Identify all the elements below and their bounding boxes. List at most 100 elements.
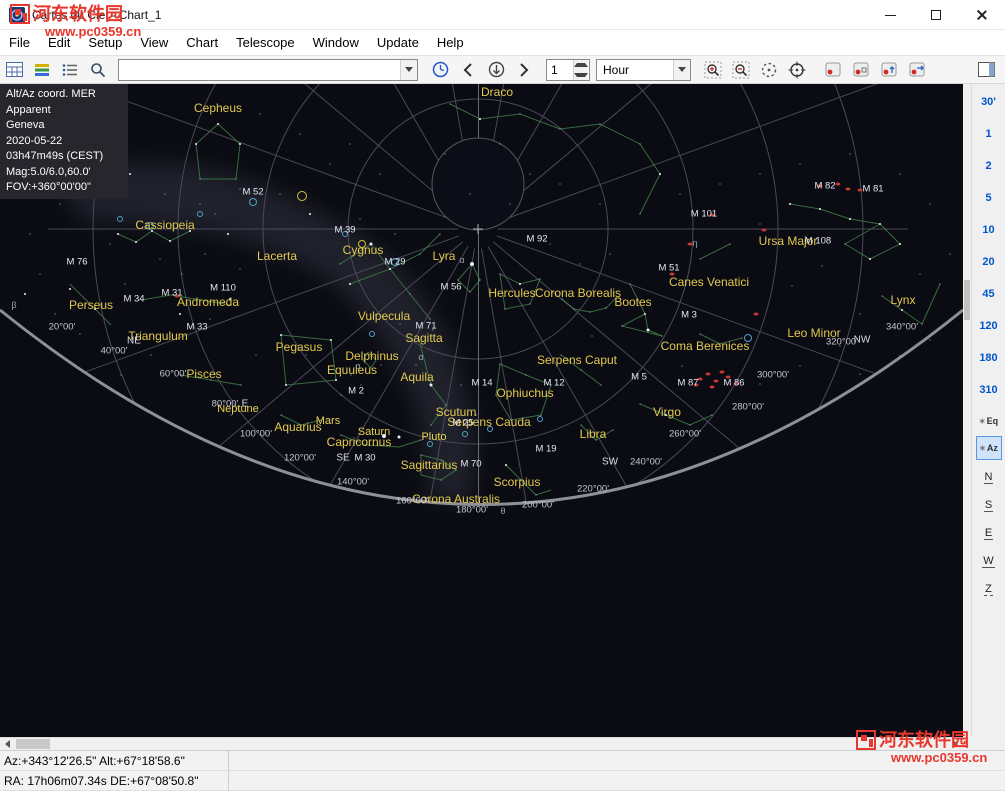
constellation-label[interactable]: Delphinus xyxy=(345,349,398,363)
constellation-label[interactable]: Lynx xyxy=(891,293,916,307)
fov-button[interactable]: 45 xyxy=(972,278,1005,310)
time-step-value-input[interactable] xyxy=(547,60,573,80)
constellation-label[interactable]: Sagitta xyxy=(405,331,442,345)
look-zenith-button[interactable]: Z xyxy=(972,575,1005,603)
messier-label[interactable]: M 39 xyxy=(334,225,355,236)
marker-tool-button-4[interactable] xyxy=(904,58,930,82)
search-button[interactable] xyxy=(85,58,111,82)
constellation-label[interactable]: Equuleus xyxy=(327,363,377,377)
sky-chart[interactable]: CepheusDracoCassiopeiaLacertaCygnusLyraP… xyxy=(0,84,963,737)
time-step-unit-select[interactable]: Hour xyxy=(596,59,691,81)
vertical-scrollbar-thumb[interactable] xyxy=(964,280,970,320)
messier-label[interactable]: M 82 xyxy=(814,181,835,192)
constellation-label[interactable]: Aquila xyxy=(400,370,433,384)
spinner-down-button[interactable] xyxy=(574,70,588,80)
planet-label[interactable]: Mars xyxy=(316,415,340,427)
messier-label[interactable]: M 81 xyxy=(862,184,883,195)
constellation-label[interactable]: Scorpius xyxy=(494,475,541,489)
constellation-label[interactable]: Bootes xyxy=(614,295,651,309)
messier-label[interactable]: M 31 xyxy=(161,288,182,299)
fov-button[interactable]: 1 xyxy=(972,118,1005,150)
messier-label[interactable]: M 3 xyxy=(681,310,697,321)
look-east-button[interactable]: E xyxy=(972,519,1005,547)
constellation-label[interactable]: Serpens Caput xyxy=(537,353,617,367)
planet-label[interactable]: Saturn xyxy=(358,426,390,438)
horizontal-scrollbar[interactable] xyxy=(0,737,963,750)
menu-item-help[interactable]: Help xyxy=(428,32,473,53)
messier-label[interactable]: M 5 xyxy=(631,372,647,383)
constellation-label[interactable]: Canes Venatici xyxy=(669,275,749,289)
messier-label[interactable]: M 70 xyxy=(460,459,481,470)
messier-label[interactable]: M 29 xyxy=(384,257,405,268)
time-step-forward-button[interactable] xyxy=(511,58,537,82)
constellation-label[interactable]: Sagittarius xyxy=(401,458,458,472)
constellation-label[interactable]: Cassiopeia xyxy=(135,218,194,232)
search-dropdown-arrow[interactable] xyxy=(400,60,417,80)
messier-label[interactable]: M 34 xyxy=(123,294,144,305)
look-north-button[interactable]: N xyxy=(972,463,1005,491)
minimize-button[interactable] xyxy=(867,0,913,30)
center-target-button[interactable] xyxy=(784,58,810,82)
messier-label[interactable]: M 56 xyxy=(440,282,461,293)
zoom-in-button[interactable] xyxy=(700,58,726,82)
messier-label[interactable]: M 30 xyxy=(354,453,375,464)
messier-label[interactable]: M 25 xyxy=(452,418,473,429)
zoom-out-button[interactable] xyxy=(728,58,754,82)
messier-label[interactable]: M 101 xyxy=(691,209,717,220)
constellation-label[interactable]: Virgo xyxy=(653,405,681,419)
messier-label[interactable]: M 71 xyxy=(415,321,436,332)
horizontal-scrollbar-thumb[interactable] xyxy=(16,739,50,749)
constellation-label[interactable]: Hercules xyxy=(488,286,535,300)
object-search-combobox[interactable] xyxy=(118,59,418,81)
time-step-value-spinner[interactable] xyxy=(546,59,590,81)
constellation-label[interactable]: Cepheus xyxy=(194,101,242,115)
constellation-label[interactable]: Vulpecula xyxy=(358,309,410,323)
fov-button[interactable]: 5 xyxy=(972,182,1005,214)
field-of-view-button[interactable] xyxy=(756,58,782,82)
messier-label[interactable]: M 19 xyxy=(535,444,556,455)
messier-label[interactable]: M 2 xyxy=(348,386,364,397)
messier-label[interactable]: M 92 xyxy=(526,234,547,245)
constellation-label[interactable]: Libra xyxy=(580,427,607,441)
constellation-label[interactable]: Pegasus xyxy=(276,340,323,354)
altaz-coords-button[interactable]: ✶ Az xyxy=(976,436,1002,460)
fov-button[interactable]: 20 xyxy=(972,246,1005,278)
constellation-label[interactable]: Aquarius xyxy=(274,420,321,434)
time-now-button[interactable] xyxy=(483,58,509,82)
constellation-label[interactable]: Corona Borealis xyxy=(535,286,621,300)
menu-item-update[interactable]: Update xyxy=(368,32,428,53)
messier-label[interactable]: M 108 xyxy=(805,236,831,247)
constellation-label[interactable]: Coma Berenices xyxy=(661,339,750,353)
constellation-label[interactable]: Cygnus xyxy=(343,243,384,257)
datetime-button[interactable] xyxy=(1,58,27,82)
menu-item-window[interactable]: Window xyxy=(304,32,368,53)
constellation-label[interactable]: Lyra xyxy=(433,249,456,263)
vertical-scrollbar[interactable] xyxy=(963,84,971,737)
messier-label[interactable]: M 76 xyxy=(66,257,87,268)
panel-toggle-button[interactable] xyxy=(973,58,999,82)
realtime-clock-button[interactable] xyxy=(427,58,453,82)
messier-label[interactable]: M 12 xyxy=(543,378,564,389)
messier-label[interactable]: M 87 xyxy=(677,378,698,389)
chart-settings-button[interactable] xyxy=(29,58,55,82)
time-step-back-button[interactable] xyxy=(455,58,481,82)
marker-tool-button-2[interactable] xyxy=(848,58,874,82)
constellation-label[interactable]: Perseus xyxy=(69,298,113,312)
look-west-button[interactable]: W xyxy=(972,547,1005,575)
maximize-button[interactable] xyxy=(913,0,959,30)
fov-button[interactable]: 2 xyxy=(972,150,1005,182)
messier-label[interactable]: M 33 xyxy=(186,322,207,333)
unit-dropdown-arrow[interactable] xyxy=(673,60,690,80)
close-button[interactable] xyxy=(959,0,1005,30)
constellation-label[interactable]: Draco xyxy=(481,85,513,99)
equatorial-coords-button[interactable]: ✶ Eq xyxy=(976,409,1002,433)
scroll-left-button[interactable] xyxy=(0,738,15,750)
spinner-up-button[interactable] xyxy=(574,60,588,70)
menu-item-chart[interactable]: Chart xyxy=(177,32,227,53)
fov-button[interactable]: 10 xyxy=(972,214,1005,246)
object-search-input[interactable] xyxy=(119,61,395,79)
fov-button[interactable]: 120 xyxy=(972,310,1005,342)
marker-tool-button-3[interactable] xyxy=(876,58,902,82)
planet-label[interactable]: Pluto xyxy=(421,431,446,443)
messier-label[interactable]: M 86 xyxy=(723,378,744,389)
